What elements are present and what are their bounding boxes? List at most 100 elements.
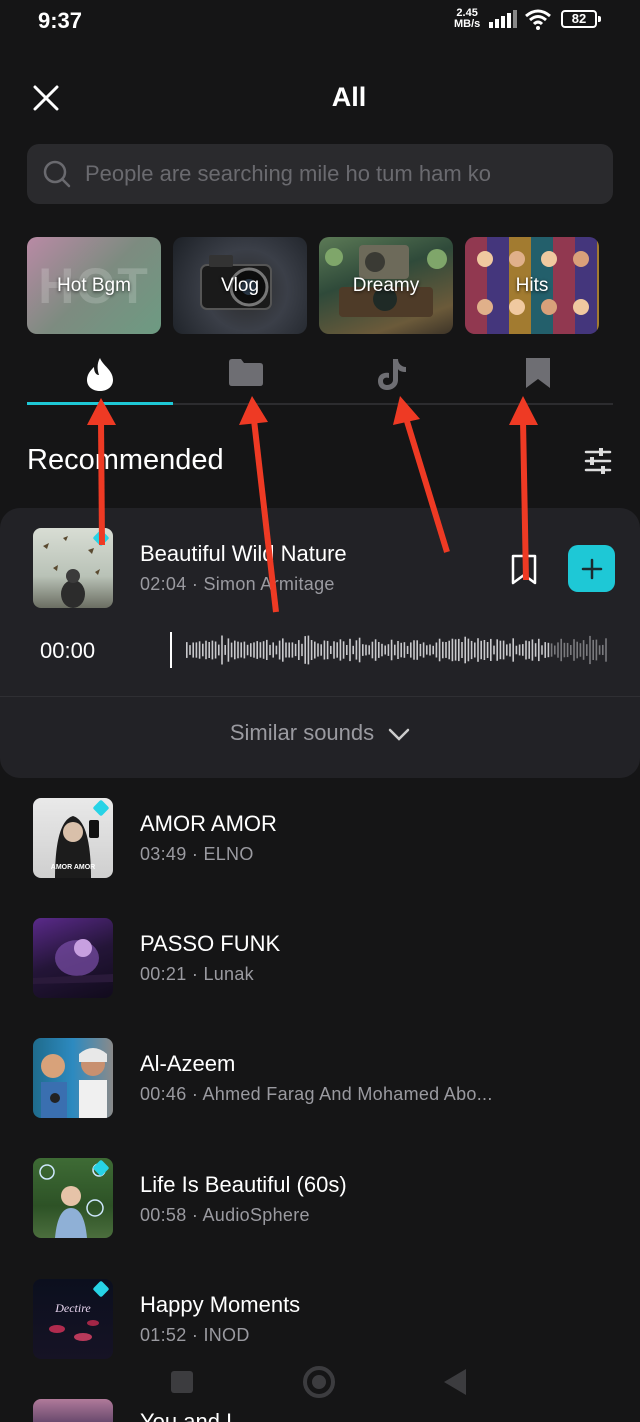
waveform-bar: [246, 644, 249, 656]
tab-folder[interactable]: [173, 352, 319, 406]
waveform-bar: [560, 638, 562, 662]
sliders-icon[interactable]: [584, 448, 612, 474]
waveform-bar: [259, 642, 262, 658]
category-label: Hot Bgm: [57, 274, 131, 296]
waveform-bar: [291, 642, 294, 658]
waveform-bar: [573, 639, 575, 661]
waveform-bar: [317, 643, 319, 657]
waveform-bar: [390, 639, 393, 661]
waveform-bar: [240, 642, 242, 658]
waveform-bar: [566, 642, 569, 658]
waveform-bar: [544, 642, 546, 658]
tab-trending[interactable]: [27, 352, 173, 406]
tab-saved[interactable]: [465, 352, 611, 406]
waveform-bar: [256, 641, 258, 659]
passo-cover-image: [33, 939, 113, 984]
waveform-bar: [234, 640, 236, 660]
playback-time: 00:00: [40, 638, 96, 663]
category-hot-bgm[interactable]: HOT Hot Bgm: [27, 237, 161, 334]
waveform-bar: [381, 643, 383, 657]
waveform-bar: [483, 640, 486, 660]
bookmark-icon: [526, 358, 550, 388]
player-track-title: Beautiful Wild Nature: [140, 541, 347, 566]
waveform-bar: [275, 645, 278, 655]
track-cover[interactable]: [33, 1158, 113, 1238]
playhead[interactable]: [170, 632, 172, 668]
bookmark-button[interactable]: [510, 554, 538, 586]
waveform-bar: [538, 638, 540, 662]
waveform-bar: [262, 641, 265, 659]
waveform-bar: [320, 644, 322, 656]
waveform-bar: [602, 644, 604, 655]
waveform-bar: [586, 644, 588, 656]
waveform-bar: [547, 642, 550, 658]
waveform-bar: [554, 645, 556, 655]
waveform-bar: [432, 645, 434, 655]
track-cover[interactable]: Dectire: [33, 1279, 113, 1359]
track-cover[interactable]: [33, 528, 113, 608]
add-button[interactable]: [568, 545, 615, 592]
waveform-bar: [211, 640, 214, 660]
waveform-bar: [563, 642, 566, 658]
waveform-bar: [323, 640, 326, 660]
waveform-bar: [499, 640, 502, 660]
waveform-bar: [448, 640, 450, 660]
similar-sounds-button[interactable]: Similar sounds: [0, 720, 640, 746]
waveform-bar: [557, 642, 559, 658]
waveform-bar: [605, 638, 607, 662]
category-label: Hits: [515, 274, 549, 296]
waveform-bar: [438, 638, 441, 662]
search-input[interactable]: [85, 161, 613, 187]
signal-icon: [489, 10, 517, 28]
waveform-bar: [470, 640, 473, 660]
waveform-bar: [227, 638, 230, 662]
waveform-bar: [253, 642, 255, 658]
category-hits[interactable]: Hits: [465, 237, 599, 334]
home-button[interactable]: [303, 1366, 335, 1398]
waveform-bar: [592, 639, 594, 660]
waveform-bar: [310, 640, 313, 660]
waveform-bar: [403, 642, 406, 658]
wifi-icon: [525, 9, 551, 30]
back-button[interactable]: [444, 1369, 466, 1395]
waveform-bar: [378, 642, 380, 658]
waveform-bar: [189, 645, 191, 655]
category-label: Dreamy: [352, 274, 420, 296]
waveform-bar: [186, 642, 188, 658]
waveform-bar: [429, 644, 431, 656]
waveform-bar: [570, 645, 572, 655]
waveform-bar: [326, 640, 329, 660]
waveform-bar: [541, 645, 543, 655]
track-cover[interactable]: AMOR AMOR: [33, 798, 113, 878]
track-cover[interactable]: [33, 918, 113, 998]
waveform-bar: [534, 643, 537, 657]
waveform-bar: [582, 640, 585, 660]
track-title: PASSO FUNK: [140, 931, 281, 956]
track-cover[interactable]: [33, 1038, 113, 1118]
category-dreamy[interactable]: Dreamy: [319, 237, 453, 334]
waveform-bar: [342, 641, 345, 659]
waveform-bar: [522, 644, 524, 656]
waveform-bar: [330, 645, 332, 654]
waveform-scrubber[interactable]: [170, 628, 610, 672]
waveform-bar: [218, 644, 220, 656]
recents-button[interactable]: [171, 1371, 193, 1393]
waveform-bar: [358, 637, 361, 663]
waveform-bar: [301, 643, 303, 657]
waveform-bar: [346, 645, 348, 655]
waveform-bar: [598, 645, 601, 655]
waveform-bar: [400, 642, 402, 658]
waveform-bar: [352, 645, 354, 655]
waveform-bar: [496, 639, 498, 661]
waveform-bar: [384, 645, 386, 655]
tab-tiktok[interactable]: [319, 352, 465, 406]
waveform-bar: [416, 640, 418, 660]
waveform-bar: [490, 638, 492, 661]
search-bar[interactable]: [27, 144, 613, 204]
category-vlog[interactable]: Vlog: [173, 237, 307, 334]
waveform-bar: [288, 642, 290, 658]
waveform-bar: [419, 643, 422, 657]
waveform-bar: [298, 640, 300, 660]
waveform-bar: [243, 641, 246, 659]
waveform-bar: [371, 641, 374, 659]
